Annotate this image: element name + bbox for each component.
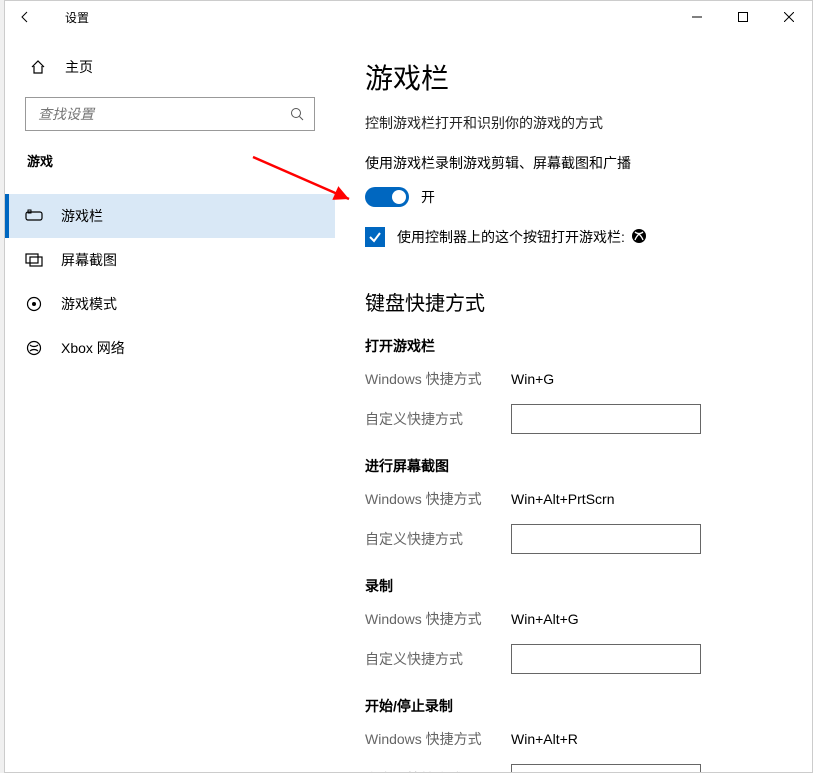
custom-shortcut-input[interactable] xyxy=(511,644,701,674)
sidebar-item-gamemode[interactable]: 游戏模式 xyxy=(5,282,335,326)
sidebar-item-gamebar[interactable]: 游戏栏 xyxy=(5,194,335,238)
sidebar-items: 游戏栏 屏幕截图 游戏模式 xyxy=(5,194,335,370)
page-title: 游戏栏 xyxy=(365,57,782,97)
xbox-icon xyxy=(23,340,45,356)
window-title: 设置 xyxy=(65,9,674,26)
shortcut-custom-row: 自定义快捷方式 xyxy=(365,524,782,554)
custom-shortcut-label: 自定义快捷方式 xyxy=(365,409,511,429)
shortcut-custom-row: 自定义快捷方式 xyxy=(365,644,782,674)
search-container xyxy=(25,97,315,131)
sidebar-item-label: Xbox 网络 xyxy=(61,338,125,358)
search-icon xyxy=(280,107,314,121)
windows-shortcut-value: Win+Alt+PrtScrn xyxy=(511,491,614,507)
xbox-button-icon xyxy=(631,228,647,247)
windows-shortcut-value: Win+Alt+R xyxy=(511,731,578,747)
window-controls xyxy=(674,1,812,33)
checkbox-text: 使用控制器上的这个按钮打开游戏栏: xyxy=(397,227,625,247)
sidebar-section-label: 游戏 xyxy=(27,151,335,170)
windows-shortcut-value: Win+G xyxy=(511,371,554,387)
sidebar: 主页 游戏 游戏栏 xyxy=(5,33,335,772)
controller-checkbox-label: 使用控制器上的这个按钮打开游戏栏: xyxy=(397,227,647,247)
close-button[interactable] xyxy=(766,1,812,33)
controller-checkbox[interactable] xyxy=(365,227,385,247)
shortcut-name: 录制 xyxy=(365,576,782,596)
windows-shortcut-label: Windows 快捷方式 xyxy=(365,489,511,509)
custom-shortcut-input[interactable] xyxy=(511,524,701,554)
settings-window: 设置 主页 xyxy=(4,0,813,773)
gamebar-toggle[interactable] xyxy=(365,187,409,207)
gamemode-icon xyxy=(23,296,45,312)
back-button[interactable] xyxy=(5,1,45,33)
toggle-state-label: 开 xyxy=(421,187,435,207)
page-description: 控制游戏栏打开和识别你的游戏的方式 xyxy=(365,113,782,133)
shortcut-open-gamebar: 打开游戏栏 Windows 快捷方式 Win+G 自定义快捷方式 xyxy=(365,336,782,434)
shortcut-record: 录制 Windows 快捷方式 Win+Alt+G 自定义快捷方式 xyxy=(365,576,782,674)
home-label: 主页 xyxy=(65,57,93,77)
minimize-button[interactable] xyxy=(674,1,720,33)
home-link[interactable]: 主页 xyxy=(5,47,335,87)
custom-shortcut-input[interactable] xyxy=(511,404,701,434)
titlebar: 设置 xyxy=(5,1,812,33)
shortcut-name: 进行屏幕截图 xyxy=(365,456,782,476)
shortcut-name: 开始/停止录制 xyxy=(365,696,782,716)
toggle-knob xyxy=(392,190,406,204)
controller-checkbox-row: 使用控制器上的这个按钮打开游戏栏: xyxy=(365,227,782,247)
main-content: 游戏栏 控制游戏栏打开和识别你的游戏的方式 使用游戏栏录制游戏剪辑、屏幕截图和广… xyxy=(335,33,812,772)
sidebar-item-label: 游戏栏 xyxy=(61,206,103,226)
windows-shortcut-label: Windows 快捷方式 xyxy=(365,369,511,389)
shortcut-windows-row: Windows 快捷方式 Win+G xyxy=(365,364,782,394)
shortcut-start-stop: 开始/停止录制 Windows 快捷方式 Win+Alt+R 自定义快捷方式 xyxy=(365,696,782,772)
shortcut-windows-row: Windows 快捷方式 Win+Alt+PrtScrn xyxy=(365,484,782,514)
shortcut-windows-row: Windows 快捷方式 Win+Alt+G xyxy=(365,604,782,634)
sidebar-item-screenshot[interactable]: 屏幕截图 xyxy=(5,238,335,282)
screenshot-icon xyxy=(23,253,45,267)
home-icon xyxy=(29,59,47,75)
sidebar-item-label: 屏幕截图 xyxy=(61,250,117,270)
toggle-row: 开 xyxy=(365,187,782,207)
shortcut-custom-row: 自定义快捷方式 xyxy=(365,764,782,772)
gamebar-icon xyxy=(23,209,45,223)
custom-shortcut-label: 自定义快捷方式 xyxy=(365,649,511,669)
search-input[interactable] xyxy=(26,106,280,122)
shortcut-windows-row: Windows 快捷方式 Win+Alt+R xyxy=(365,724,782,754)
windows-shortcut-label: Windows 快捷方式 xyxy=(365,729,511,749)
custom-shortcut-label: 自定义快捷方式 xyxy=(365,529,511,549)
windows-shortcut-value: Win+Alt+G xyxy=(511,611,579,627)
sidebar-item-xbox[interactable]: Xbox 网络 xyxy=(5,326,335,370)
shortcut-custom-row: 自定义快捷方式 xyxy=(365,404,782,434)
custom-shortcut-input[interactable] xyxy=(511,764,701,772)
sidebar-item-label: 游戏模式 xyxy=(61,294,117,314)
shortcut-name: 打开游戏栏 xyxy=(365,336,782,356)
toggle-description: 使用游戏栏录制游戏剪辑、屏幕截图和广播 xyxy=(365,153,782,173)
search-box[interactable] xyxy=(25,97,315,131)
shortcut-screenshot: 进行屏幕截图 Windows 快捷方式 Win+Alt+PrtScrn 自定义快… xyxy=(365,456,782,554)
windows-shortcut-label: Windows 快捷方式 xyxy=(365,609,511,629)
body: 主页 游戏 游戏栏 xyxy=(5,33,812,772)
shortcuts-header: 键盘快捷方式 xyxy=(365,287,782,316)
custom-shortcut-label: 自定义快捷方式 xyxy=(365,769,511,772)
maximize-button[interactable] xyxy=(720,1,766,33)
